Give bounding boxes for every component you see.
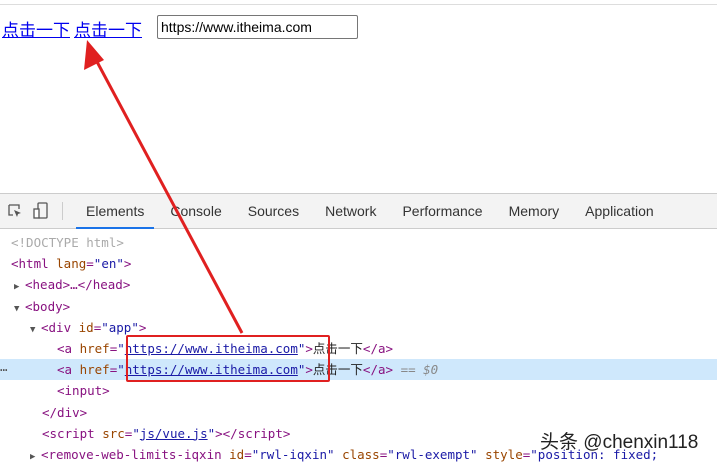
annotation-arrow-icon <box>84 40 244 334</box>
watermark: 头条 @chenxin118 <box>540 432 699 453</box>
